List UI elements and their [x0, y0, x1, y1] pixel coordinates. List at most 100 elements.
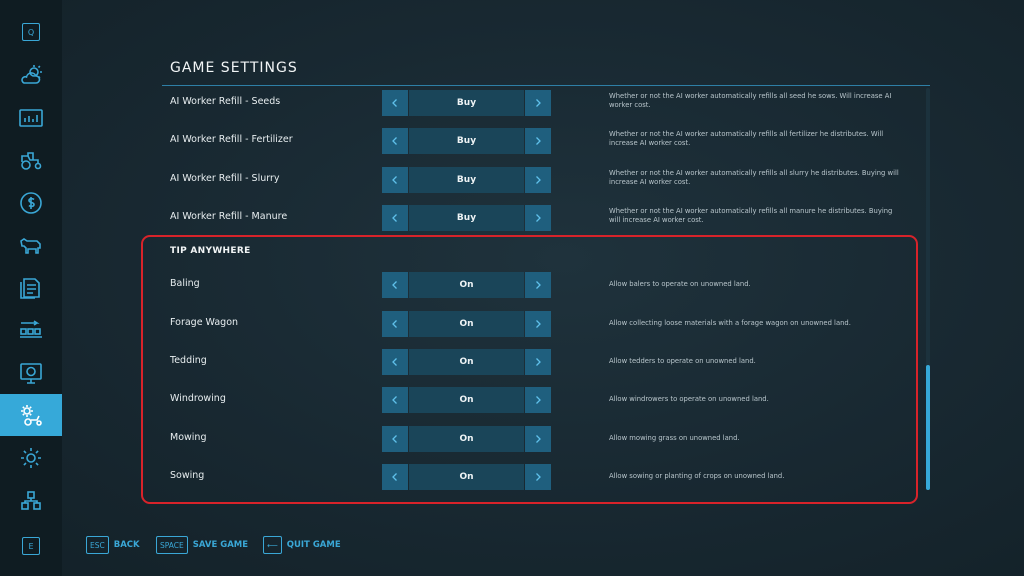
next-option-button[interactable]	[525, 311, 551, 337]
option-value: Buy	[409, 90, 524, 116]
chevron-right-icon	[536, 320, 541, 328]
previous-option-button[interactable]	[382, 349, 408, 375]
weather-icon	[21, 65, 42, 84]
sidebar-item-vehicles[interactable]	[0, 139, 62, 181]
setting-label: Mowing	[170, 432, 207, 443]
chevron-left-icon	[392, 281, 397, 289]
animals-icon	[20, 238, 41, 254]
previous-option-button[interactable]	[382, 464, 408, 490]
sidebar-item-finances[interactable]	[0, 182, 62, 224]
vehicles-icon	[21, 152, 42, 170]
title-divider	[162, 85, 930, 86]
setting-label: Sowing	[170, 470, 205, 481]
option-selector[interactable]: On	[382, 311, 551, 337]
save-game-button[interactable]: SPACE SAVE GAME	[156, 536, 248, 554]
tab-prev-key[interactable]: Q	[22, 23, 40, 41]
sidebar-item-game-settings[interactable]	[0, 394, 62, 436]
setting-label: Tedding	[170, 355, 207, 366]
scrollbar-thumb[interactable]	[926, 365, 930, 490]
option-selector[interactable]: On	[382, 349, 551, 375]
page-title: GAME SETTINGS	[170, 60, 298, 76]
previous-option-button[interactable]	[382, 272, 408, 298]
chevron-right-icon	[536, 137, 541, 145]
sidebar-item-statistics[interactable]	[0, 97, 62, 139]
sidebar-item-general-settings[interactable]	[0, 437, 62, 479]
next-option-button[interactable]	[525, 90, 551, 116]
option-selector[interactable]: On	[382, 387, 551, 413]
chevron-left-icon	[392, 320, 397, 328]
option-value: Buy	[409, 205, 524, 231]
setting-description: Allow mowing grass on unowned land.	[609, 434, 740, 442]
previous-option-button[interactable]	[382, 167, 408, 193]
previous-option-button[interactable]	[382, 90, 408, 116]
previous-option-button[interactable]	[382, 205, 408, 231]
sidebar-item-weather[interactable]	[0, 54, 62, 96]
option-selector[interactable]: Buy	[382, 205, 551, 231]
option-selector[interactable]: Buy	[382, 90, 551, 116]
chevron-right-icon	[536, 358, 541, 366]
setting-row-forage-wagon: Forage Wagon On Allow collecting loose m…	[160, 311, 920, 337]
option-selector[interactable]: Buy	[382, 128, 551, 154]
setting-description: Whether or not the AI worker automatical…	[609, 207, 893, 224]
sidebar-item-animals[interactable]	[0, 224, 62, 266]
option-value: Buy	[409, 167, 524, 193]
sidebar-item-help[interactable]	[0, 352, 62, 394]
setting-row-ai-refill-seeds: AI Worker Refill - Seeds Buy Whether or …	[160, 90, 920, 116]
setting-label: AI Worker Refill - Fertilizer	[170, 134, 293, 145]
contracts-icon	[20, 278, 40, 299]
option-value: Buy	[409, 128, 524, 154]
setting-label: Baling	[170, 278, 200, 289]
setting-description: Whether or not the AI worker automatical…	[609, 130, 884, 147]
next-option-button[interactable]	[525, 464, 551, 490]
setting-description: Allow sowing or planting of crops on uno…	[609, 472, 785, 480]
setting-description: Allow collecting loose materials with a …	[609, 319, 851, 327]
next-option-button[interactable]	[525, 426, 551, 452]
quit-game-label: QUIT GAME	[286, 540, 341, 550]
next-option-button[interactable]	[525, 205, 551, 231]
chevron-left-icon	[392, 358, 397, 366]
sidebar-item-production[interactable]	[0, 309, 62, 351]
next-option-button[interactable]	[525, 128, 551, 154]
chevron-right-icon	[536, 396, 541, 404]
finances-icon	[20, 192, 42, 214]
esc-key: ESC	[86, 536, 109, 554]
chevron-right-icon	[536, 435, 541, 443]
back-button[interactable]: ESC BACK	[86, 536, 140, 554]
setting-label: Forage Wagon	[170, 317, 239, 328]
save-game-label: SAVE GAME	[192, 540, 249, 550]
sidebar-item-contracts[interactable]	[0, 267, 62, 309]
chevron-left-icon	[392, 137, 397, 145]
next-option-button[interactable]	[525, 349, 551, 375]
chevron-right-icon	[536, 281, 541, 289]
previous-option-button[interactable]	[382, 387, 408, 413]
quit-game-button[interactable]: ⟵ QUIT GAME	[263, 536, 341, 554]
option-selector[interactable]: Buy	[382, 167, 551, 193]
previous-option-button[interactable]	[382, 311, 408, 337]
option-selector[interactable]: On	[382, 272, 551, 298]
next-option-button[interactable]	[525, 167, 551, 193]
previous-option-button[interactable]	[382, 426, 408, 452]
setting-description: Whether or not the AI worker automatical…	[609, 92, 892, 109]
option-selector[interactable]: On	[382, 426, 551, 452]
setting-row-mowing: Mowing On Allow mowing grass on unowned …	[160, 426, 920, 452]
setting-description: Whether or not the AI worker automatical…	[609, 169, 899, 186]
chevron-left-icon	[392, 396, 397, 404]
option-value: On	[409, 387, 524, 413]
sidebar-item-mods[interactable]	[0, 480, 62, 522]
option-selector[interactable]: On	[382, 464, 551, 490]
previous-option-button[interactable]	[382, 128, 408, 154]
space-key: SPACE	[156, 536, 188, 554]
tab-next-key[interactable]: E	[22, 537, 40, 555]
setting-row-sowing: Sowing On Allow sowing or planting of cr…	[160, 464, 920, 490]
production-icon	[20, 320, 42, 338]
chevron-left-icon	[392, 99, 397, 107]
mods-icon	[21, 491, 41, 510]
next-option-button[interactable]	[525, 272, 551, 298]
option-value: On	[409, 272, 524, 298]
next-option-button[interactable]	[525, 387, 551, 413]
chevron-right-icon	[536, 99, 541, 107]
help-icon	[20, 363, 42, 384]
chevron-left-icon	[392, 473, 397, 481]
setting-row-ai-refill-manure: AI Worker Refill - Manure Buy Whether or…	[160, 205, 920, 231]
chevron-left-icon	[392, 214, 397, 222]
